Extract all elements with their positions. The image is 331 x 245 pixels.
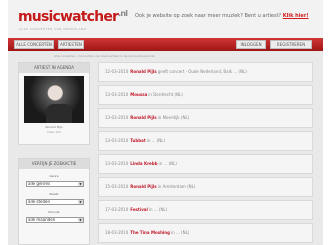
logo-subtitle: ALLE CONCERTEN VAN NEDERLAND	[19, 27, 87, 31]
concert-row[interactable]: 18-03-2010 The Tina Moshingin ... (NL)	[98, 223, 313, 243]
page-frame: musicwatcher.nl ALLE CONCERTEN VAN NEDER…	[8, 0, 323, 245]
logo-text: musicwatcher	[18, 9, 119, 25]
period-select-value: alle maanden	[28, 217, 56, 222]
concert-detail: in Amsterdam (NL)	[157, 184, 196, 189]
main-navbar: ALLE CONCERTEN ARTIESTEN INLOGGEN REGIST…	[8, 38, 323, 51]
artist-meta[interactable]: meer info	[19, 130, 89, 134]
concert-detail: in ... (NL)	[146, 138, 166, 143]
artist-photo[interactable]	[24, 76, 84, 123]
concert-date: 13-03-2010	[105, 92, 129, 97]
city-select-value: alle steden	[28, 199, 51, 204]
site-logo[interactable]: musicwatcher.nl	[18, 9, 128, 25]
concert-date: 13-03-2010	[105, 138, 129, 143]
nav-login[interactable]: INLOGGEN	[236, 40, 266, 49]
filter-box-heading: VERFIJN JE ZOEKACTIE	[19, 159, 89, 169]
concert-date: 18-03-2010	[105, 230, 129, 235]
nav-all-concerts[interactable]: ALLE CONCERTEN	[14, 40, 54, 49]
logo-tld: .nl	[118, 9, 128, 18]
artist-name[interactable]: Ronald Pijls	[19, 125, 89, 129]
concert-detail: in ... (NL)	[148, 207, 168, 212]
concert-detail: in Moerdijk (NL)	[157, 115, 190, 120]
nav-register[interactable]: REGISTREREN	[270, 40, 312, 49]
header-tagline: Ook je website op zoek naar meer muziek?…	[135, 13, 309, 19]
city-select[interactable]: alle steden ▼	[26, 199, 84, 205]
concert-row[interactable]: 17-03-2010 Festivalin ... (NL)	[98, 200, 313, 220]
filter-period-label: Periode	[48, 210, 60, 214]
filter-genre-label: Genre	[49, 174, 59, 178]
concert-date: 15-03-2010	[105, 184, 129, 189]
nav-artists[interactable]: ARTIESTEN	[58, 40, 84, 49]
chevron-down-icon: ▼	[78, 182, 83, 186]
concert-row[interactable]: 13-03-2010 Linda Krebbin ... (NL)	[98, 154, 313, 174]
concert-artist-link[interactable]: Ronald Pijls	[130, 115, 156, 120]
period-select[interactable]: alle maanden ▼	[26, 217, 84, 223]
breadcrumb: Alle concerten · Concerten van deze arti…	[54, 54, 155, 58]
concert-row[interactable]: 15-03-2010 Ronald Pijlsin Amsterdam (NL)	[98, 177, 313, 197]
artist-box-heading: ARTIEST IN AGENDA	[19, 63, 89, 73]
concert-artist-link[interactable]: Moussa	[130, 92, 147, 97]
concert-artist-link[interactable]: The Tina Moshing	[130, 230, 170, 235]
tagline-cta-link[interactable]: Klik hier!	[283, 13, 309, 19]
concert-artist-link[interactable]: Ronald Pijls	[130, 184, 156, 189]
concert-row[interactable]: 13-03-2010 Ronald Pijlsin Moerdijk (NL)	[98, 108, 313, 128]
filter-city-label: Plaats	[49, 192, 59, 196]
concert-date: 13-03-2010	[105, 161, 129, 166]
genre-select-value: alle genres	[28, 181, 51, 186]
chevron-down-icon: ▼	[78, 218, 83, 222]
concert-artist-link[interactable]: Linda Krebb	[130, 161, 157, 166]
concert-detail: in ... (NL)	[158, 161, 177, 166]
filter-box: VERFIJN JE ZOEKACTIE Genre alle genres ▼ …	[18, 158, 90, 245]
concert-row[interactable]: 13-03-2010 Moussain Dordrecht (NL)	[98, 85, 313, 105]
concert-date: 17-03-2010	[105, 207, 129, 212]
concert-detail: geeft concert · Oude Nederland, Balk ...…	[157, 69, 247, 74]
concert-artist-link[interactable]: Festival	[130, 207, 148, 212]
concert-row[interactable]: 12-03-2010 Ronald Pijlsgeeft concert · Ou…	[98, 62, 313, 82]
concert-detail: in Dordrecht (NL)	[148, 92, 183, 97]
concert-date: 13-03-2010	[105, 115, 129, 120]
site-header: musicwatcher.nl ALLE CONCERTEN VAN NEDER…	[8, 0, 323, 38]
artist-box: ARTIEST IN AGENDA Ronald Pijls meer info	[18, 62, 90, 145]
concert-date: 12-03-2010	[105, 69, 129, 74]
genre-select[interactable]: alle genres ▼	[26, 181, 84, 187]
concert-artist-link[interactable]: Ronald Pijls	[130, 69, 156, 74]
chevron-down-icon: ▼	[78, 200, 83, 204]
concert-detail: in ... (NL)	[171, 230, 190, 235]
concert-artist-link[interactable]: Tubbat	[130, 138, 145, 143]
tagline-text: Ook je website op zoek naar meer muziek?…	[135, 13, 282, 19]
artist-silhouette	[46, 104, 72, 123]
concert-row[interactable]: 13-03-2010 Tubbatin ... (NL)	[98, 131, 313, 151]
